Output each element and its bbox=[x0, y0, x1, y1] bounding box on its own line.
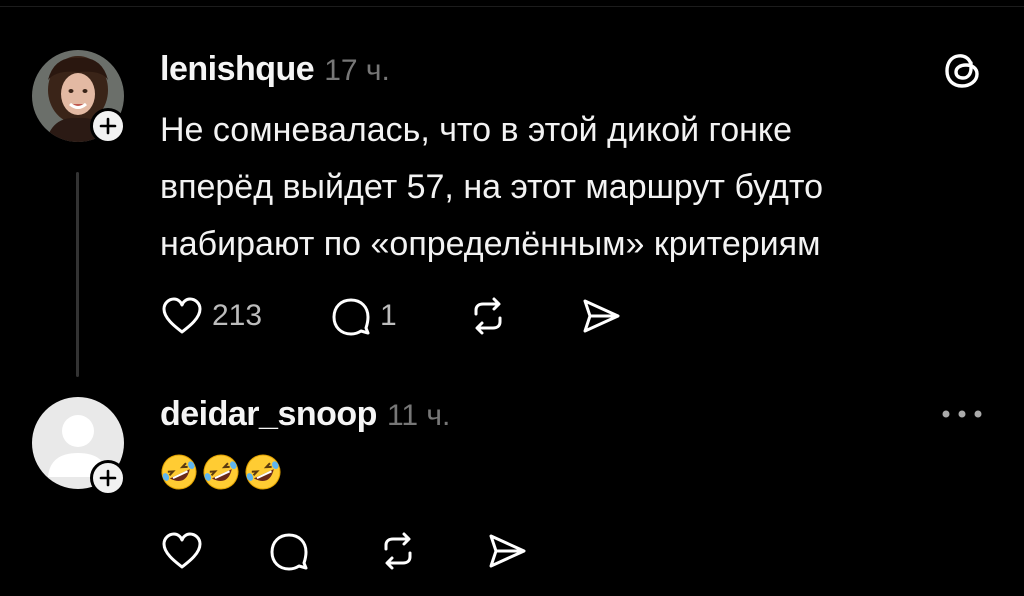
like-button[interactable] bbox=[160, 531, 268, 571]
post-actions bbox=[160, 531, 528, 571]
rolling-laughing-emoji bbox=[244, 453, 282, 491]
like-count: 213 bbox=[212, 299, 263, 332]
send-icon bbox=[583, 299, 620, 333]
heart-icon bbox=[162, 297, 202, 334]
repost-button[interactable] bbox=[468, 296, 580, 336]
post-time: 11 ч. bbox=[386, 399, 451, 432]
post-time: 17 ч. bbox=[324, 54, 390, 87]
post-header: deidar_snoop 11 ч. bbox=[160, 395, 450, 434]
post-header: lenishque 17 ч. bbox=[160, 50, 390, 89]
post-text-line: Не сомневалась, что в этой дикой гонке bbox=[160, 111, 793, 149]
threads-logo-icon[interactable] bbox=[944, 50, 982, 95]
thread-post: deidar_snoop 11 ч. bbox=[0, 385, 1024, 596]
thread-connector-line bbox=[76, 172, 79, 377]
share-button[interactable] bbox=[486, 531, 528, 571]
post-text: Не сомневалась, что в этой дикой гонке в… bbox=[160, 102, 823, 273]
share-button[interactable] bbox=[580, 296, 622, 336]
post-text-line: набирают по «определённым» критериям bbox=[160, 225, 821, 263]
username[interactable]: deidar_snoop bbox=[160, 395, 377, 434]
comment-icon bbox=[332, 298, 370, 336]
post-emojis bbox=[160, 453, 282, 491]
follow-plus-button[interactable] bbox=[90, 460, 126, 496]
reply-button[interactable] bbox=[268, 531, 378, 571]
post-actions: 213 1 bbox=[160, 296, 622, 336]
rolling-laughing-emoji bbox=[160, 453, 198, 491]
send-icon bbox=[489, 534, 526, 568]
plus-icon bbox=[99, 117, 117, 135]
like-button[interactable]: 213 bbox=[160, 296, 330, 336]
post-text-line: вперёд выйдет 57, на этот маршрут будто bbox=[160, 168, 823, 206]
comment-icon bbox=[270, 533, 308, 571]
rolling-laughing-emoji bbox=[202, 453, 240, 491]
heart-icon bbox=[162, 532, 202, 569]
thread-post: lenishque 17 ч. Не сомневалась, что в эт… bbox=[0, 0, 1024, 385]
reply-count: 1 bbox=[380, 299, 397, 332]
repost-icon bbox=[384, 532, 412, 570]
more-options-icon[interactable] bbox=[940, 407, 984, 425]
repost-button[interactable] bbox=[378, 531, 486, 571]
follow-plus-button[interactable] bbox=[90, 108, 126, 144]
repost-icon bbox=[474, 297, 502, 335]
username[interactable]: lenishque bbox=[160, 50, 315, 89]
plus-icon bbox=[99, 469, 117, 487]
reply-button[interactable]: 1 bbox=[330, 296, 468, 336]
